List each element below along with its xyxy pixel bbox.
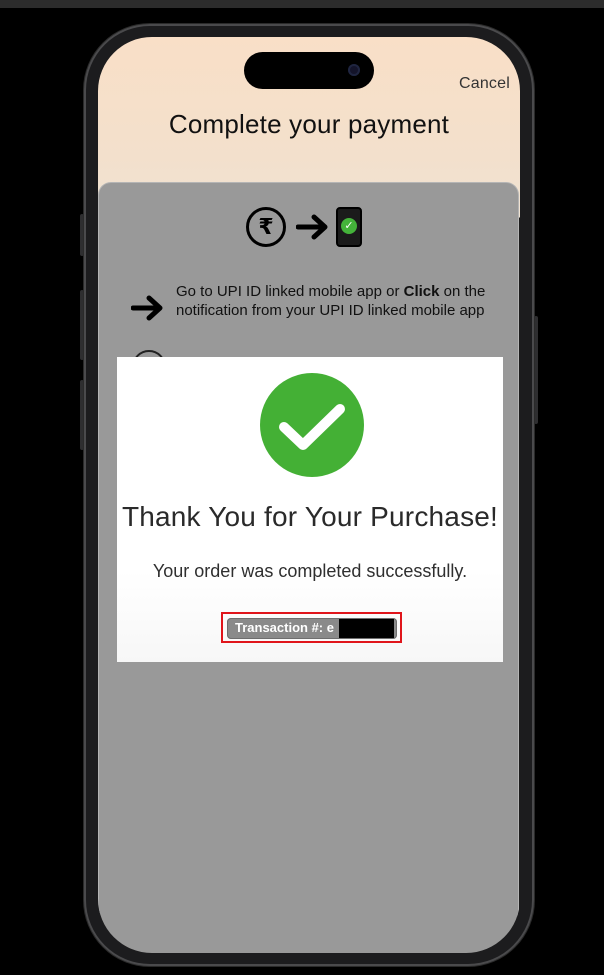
cancel-button[interactable]: Cancel — [459, 75, 510, 93]
dynamic-island — [244, 52, 374, 89]
mobile-check-icon: ✓ — [336, 207, 362, 247]
step-text: Go to UPI ID linked mobile app or Click … — [176, 283, 501, 320]
page-title: Complete your payment — [168, 109, 450, 139]
success-check-icon — [260, 373, 364, 477]
step-arrow-icon — [131, 295, 163, 321]
arrow-right-icon — [296, 214, 328, 240]
step-text-click: Click — [403, 283, 440, 300]
purchase-success-dialog: Thank You for Your Purchase! Your order … — [117, 357, 503, 662]
step-text-before: Go to UPI ID linked mobile app or — [176, 283, 404, 300]
window-top-strip — [0, 0, 604, 8]
transaction-id-badge: Transaction #: e — [227, 618, 397, 639]
success-title: Thank You for Your Purchase! — [121, 501, 499, 532]
rupee-icon: ₹ — [246, 207, 286, 247]
transaction-id-redaction — [339, 619, 394, 638]
payment-flow-icons: ₹ ✓ — [246, 207, 362, 247]
transaction-label: Transaction #: e — [235, 620, 334, 635]
success-message: Your order was completed successfully. — [152, 561, 468, 581]
phone-power-button — [534, 316, 538, 424]
camera-icon — [348, 64, 360, 76]
